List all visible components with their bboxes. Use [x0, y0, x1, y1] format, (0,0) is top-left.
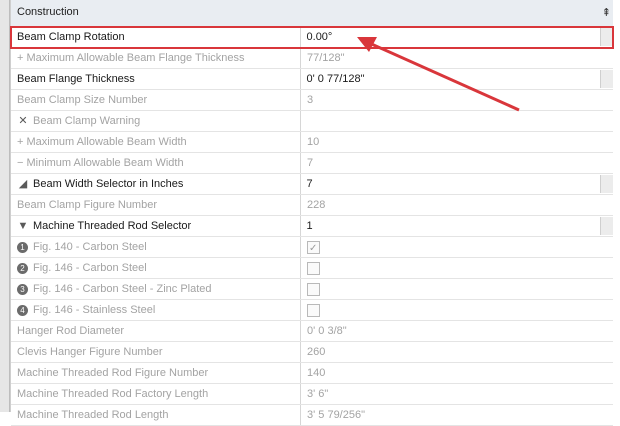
property-name-wrap: 1 Fig. 140 - Carbon Steel — [11, 237, 301, 257]
checkbox[interactable] — [307, 261, 320, 275]
construction-header[interactable]: Construction ⇞ — [11, 0, 613, 27]
property-row-min-beam-width: − Minimum Allowable Beam Width 7 — [11, 153, 613, 174]
property-value: 0' 0 3/8" — [307, 325, 347, 337]
property-value-input[interactable]: 0' 0 77/128" — [301, 69, 601, 89]
property-value — [301, 279, 601, 299]
property-row-size-number: Beam Clamp Size Number 3 — [11, 90, 613, 111]
header-title: Construction — [17, 6, 79, 18]
property-name-wrap: 4 Fig. 146 - Stainless Steel — [11, 300, 301, 320]
property-value-input[interactable]: 0.00° — [301, 27, 601, 47]
property-name: Machine Threaded Rod Factory Length — [11, 384, 301, 404]
property-value — [301, 237, 601, 257]
property-row-fig146-stainless: 4 Fig. 146 - Stainless Steel — [11, 300, 613, 321]
property-value: 228 — [307, 199, 326, 211]
property-rows: Beam Clamp Rotation 0.00° + Maximum Allo… — [10, 26, 614, 426]
checkbox[interactable] — [307, 239, 320, 257]
property-value: 140 — [307, 367, 326, 379]
property-row-hanger-rod-diameter: Hanger Rod Diameter 0' 0 3/8" — [11, 321, 613, 342]
property-value — [301, 111, 601, 131]
close-icon: ✕ — [18, 115, 28, 127]
property-name: + Maximum Allowable Beam Width — [11, 132, 301, 152]
row-button[interactable] — [600, 70, 613, 88]
property-name: Beam Clamp Rotation — [11, 27, 301, 47]
property-row-fig146-zinc: 3 Fig. 146 - Carbon Steel - Zinc Plated — [11, 279, 613, 300]
property-name: Machine Threaded Rod Selector — [33, 220, 192, 232]
property-row-rod-factory-length: Machine Threaded Rod Factory Length 3' 6… — [11, 384, 613, 405]
property-value: 7 — [307, 157, 314, 169]
property-value: 3' 6" — [307, 388, 329, 400]
property-row-fig146: 2 Fig. 146 - Carbon Steel — [11, 258, 613, 279]
chevron-down-icon: ▼ — [17, 220, 29, 232]
checkbox[interactable] — [307, 282, 320, 296]
property-row-warning: ✕ Beam Clamp Warning — [11, 111, 613, 132]
left-border — [0, 0, 10, 412]
property-value-input[interactable]: 1 — [301, 216, 601, 236]
property-name: Beam Width Selector in Inches — [33, 178, 184, 190]
property-name-wrap: ◢ Beam Width Selector in Inches — [11, 174, 301, 194]
property-name: Beam Clamp Size Number — [11, 90, 301, 110]
property-name: − Minimum Allowable Beam Width — [11, 153, 301, 173]
property-value — [301, 258, 601, 278]
property-value-input[interactable]: 7 — [301, 174, 601, 194]
property-value: 260 — [307, 346, 326, 358]
property-value: 3' 5 79/256" — [307, 409, 365, 421]
property-name: Beam Clamp Figure Number — [11, 195, 301, 215]
row-button[interactable] — [600, 175, 613, 193]
property-row-figure-number: Beam Clamp Figure Number 228 — [11, 195, 613, 216]
property-name: Machine Threaded Rod Length — [11, 405, 301, 425]
property-name: Beam Flange Thickness — [11, 69, 301, 89]
property-name-wrap: 3 Fig. 146 - Carbon Steel - Zinc Plated — [11, 279, 301, 299]
property-row-beam-width-selector[interactable]: ◢ Beam Width Selector in Inches 7 — [11, 174, 613, 195]
number-badge-icon: 4 — [17, 304, 28, 316]
property-value: 3 — [307, 94, 314, 106]
property-value: 10 — [307, 136, 320, 148]
property-name: Clevis Hanger Figure Number — [11, 342, 301, 362]
properties-panel: Construction ⇞ Beam Clamp Rotation 0.00°… — [10, 0, 614, 426]
property-name: Fig. 146 - Carbon Steel - Zinc Plated — [33, 283, 212, 295]
triangle-icon: ◢ — [18, 178, 28, 190]
checkbox[interactable] — [307, 303, 320, 317]
property-row-clevis-figure: Clevis Hanger Figure Number 260 — [11, 342, 613, 363]
property-name: Fig. 140 - Carbon Steel — [33, 241, 147, 253]
property-row-beam-clamp-rotation[interactable]: Beam Clamp Rotation 0.00° — [10, 26, 614, 49]
property-name: Machine Threaded Rod Figure Number — [11, 363, 301, 383]
property-row-fig140: 1 Fig. 140 - Carbon Steel — [11, 237, 613, 258]
property-name: Hanger Rod Diameter — [11, 321, 301, 341]
number-badge-icon: 2 — [17, 262, 28, 274]
property-value — [301, 300, 601, 320]
property-name: + Maximum Allowable Beam Flange Thicknes… — [11, 48, 301, 68]
number-badge-icon: 3 — [17, 283, 28, 295]
property-row-rod-length: Machine Threaded Rod Length 3' 5 79/256" — [11, 405, 613, 426]
number-badge-icon: 1 — [17, 241, 28, 253]
property-name: Fig. 146 - Carbon Steel — [33, 262, 147, 274]
property-row-rod-figure: Machine Threaded Rod Figure Number 140 — [11, 363, 613, 384]
collapse-icon[interactable]: ⇞ — [602, 6, 611, 19]
property-row-beam-flange-thickness[interactable]: Beam Flange Thickness 0' 0 77/128" — [11, 69, 613, 90]
property-value: 77/128" — [307, 52, 345, 64]
property-row-max-beam-width: + Maximum Allowable Beam Width 10 — [11, 132, 613, 153]
property-name-wrap: ▼ Machine Threaded Rod Selector — [11, 216, 301, 236]
property-name-wrap: ✕ Beam Clamp Warning — [11, 111, 301, 131]
property-row-max-flange-thickness: + Maximum Allowable Beam Flange Thicknes… — [11, 48, 613, 69]
property-name: Fig. 146 - Stainless Steel — [33, 304, 156, 316]
property-name-wrap: 2 Fig. 146 - Carbon Steel — [11, 258, 301, 278]
property-name: Beam Clamp Warning — [33, 115, 141, 127]
row-button[interactable] — [600, 217, 613, 235]
row-button[interactable] — [600, 28, 613, 46]
property-row-rod-selector[interactable]: ▼ Machine Threaded Rod Selector 1 — [11, 216, 613, 237]
